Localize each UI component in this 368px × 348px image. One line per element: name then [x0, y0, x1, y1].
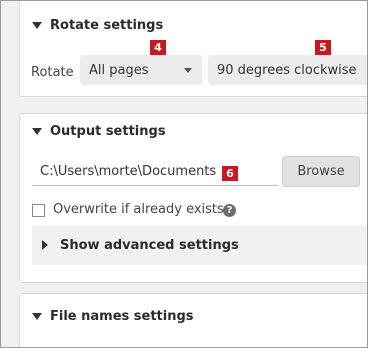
- show-advanced-settings-toggle[interactable]: Show advanced settings: [32, 225, 367, 265]
- pages-select-value: All pages: [89, 62, 149, 78]
- collapse-arrow-icon: [32, 128, 42, 135]
- rotate-settings-panel: Rotate settings Rotate All pages 4 90 de…: [19, 1, 367, 97]
- show-advanced-settings-label: Show advanced settings: [60, 237, 239, 253]
- direction-select[interactable]: 90 degrees clockwise: [208, 55, 367, 85]
- output-path-input[interactable]: C:\Users\morte\Documents: [32, 158, 278, 186]
- step-badge-6: 6: [222, 166, 238, 181]
- overwrite-checkbox[interactable]: [32, 204, 45, 217]
- app-window: Rotate settings Rotate All pages 4 90 de…: [0, 0, 368, 348]
- output-settings-panel: Output settings C:\Users\morte\Documents…: [19, 113, 367, 283]
- output-settings-title: Output settings: [50, 124, 166, 139]
- step-badge-5: 5: [315, 40, 331, 55]
- output-settings-header[interactable]: Output settings: [32, 124, 166, 139]
- step-badge-4: 4: [150, 40, 166, 55]
- expand-arrow-icon: [42, 240, 48, 250]
- help-icon[interactable]: ?: [223, 204, 236, 217]
- output-path-value: C:\Users\morte\Documents: [40, 164, 217, 179]
- rotate-settings-title: Rotate settings: [50, 18, 164, 33]
- rotate-settings-header[interactable]: Rotate settings: [32, 18, 163, 33]
- browse-button[interactable]: Browse: [282, 156, 360, 187]
- file-names-settings-title: File names settings: [50, 309, 194, 324]
- collapse-arrow-icon: [32, 22, 42, 29]
- chevron-down-icon: [184, 68, 192, 73]
- overwrite-label: Overwrite if already exists: [53, 202, 224, 217]
- pages-select[interactable]: All pages: [80, 55, 202, 85]
- file-names-settings-panel: File names settings: [19, 293, 367, 347]
- rotate-label: Rotate: [31, 65, 74, 80]
- collapse-arrow-icon: [32, 313, 42, 320]
- file-names-settings-header[interactable]: File names settings: [32, 309, 194, 324]
- direction-select-value: 90 degrees clockwise: [217, 62, 357, 78]
